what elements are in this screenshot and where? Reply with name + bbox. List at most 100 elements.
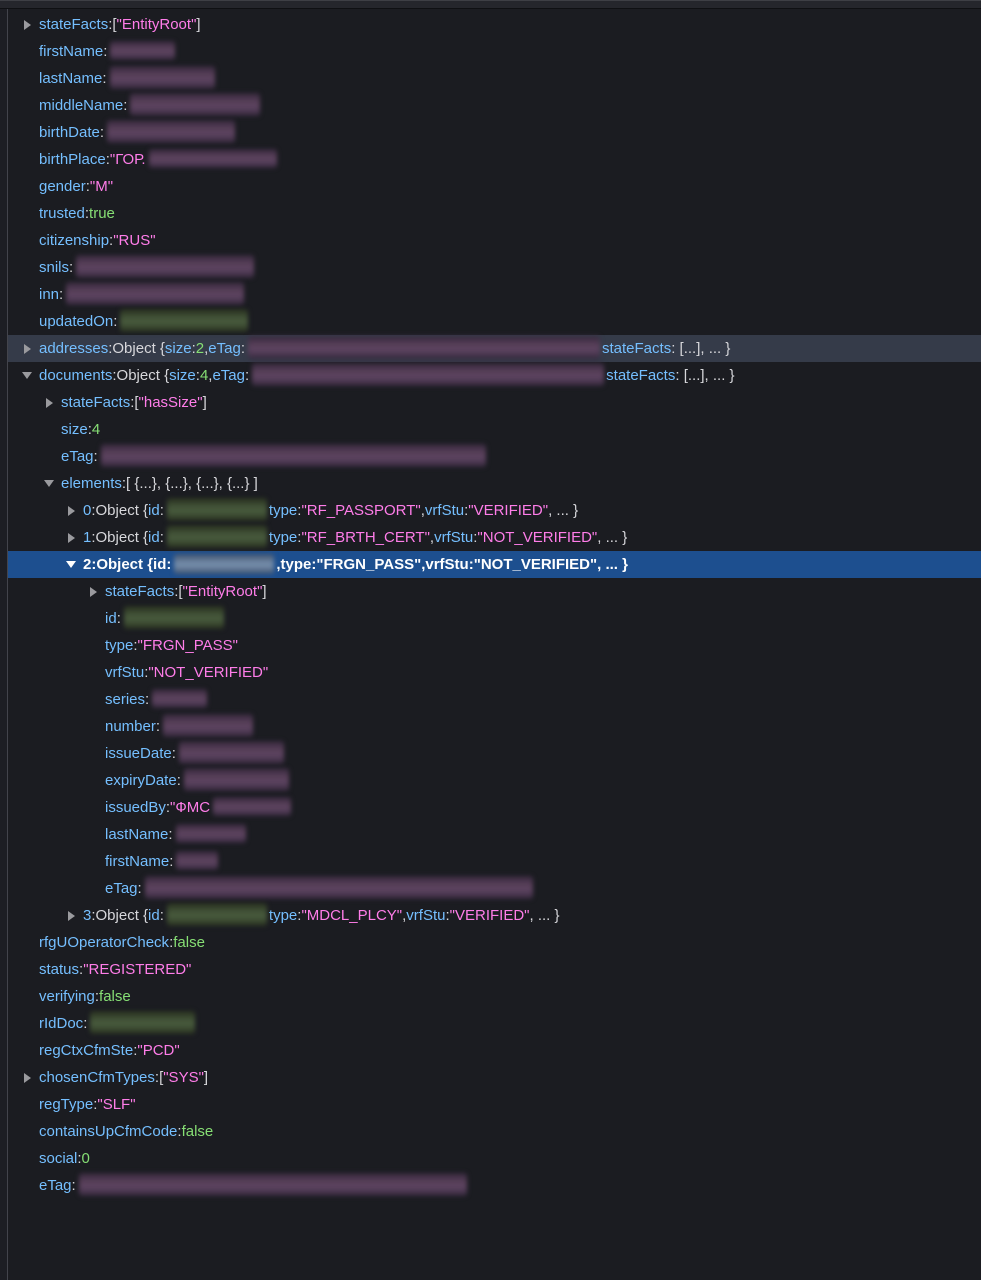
value-string: "RF_PASSPORT" — [301, 497, 420, 524]
tree-row[interactable]: issuedBy: "ФМС — [8, 794, 981, 821]
key-label: regCtxCfmSte — [39, 1037, 133, 1064]
value-string: "EntityRoot" — [117, 11, 197, 38]
tree-row[interactable]: citizenship: "RUS" — [8, 227, 981, 254]
key-label: middleName — [39, 92, 123, 119]
triangle-right-icon[interactable] — [22, 11, 39, 38]
twisty-spacer — [22, 173, 39, 200]
tree-row[interactable]: birthDate: — [8, 119, 981, 146]
triangle-right-icon[interactable] — [22, 335, 39, 362]
tree-row[interactable]: issueDate: — [8, 740, 981, 767]
punctuation: : — [69, 254, 73, 281]
triangle-right-icon[interactable] — [66, 524, 83, 551]
triangle-down-icon[interactable] — [44, 470, 61, 497]
key-label: 0 — [83, 497, 91, 524]
twisty-spacer — [22, 308, 39, 335]
twisty-spacer — [22, 146, 39, 173]
tree-row[interactable]: eTag: — [8, 443, 981, 470]
tree-row[interactable]: elements: [ {...}, {...}, {...}, {...} ] — [8, 470, 981, 497]
tree-row[interactable]: gender: "M" — [8, 173, 981, 200]
tree-row[interactable]: rIdDoc: — [8, 1010, 981, 1037]
tree-row[interactable]: addresses: Object { size: 2, eTag: state… — [8, 335, 981, 362]
key-label: expiryDate — [105, 767, 177, 794]
tree-row[interactable]: lastName: — [8, 65, 981, 92]
tree-row[interactable]: birthPlace: "ГОР. — [8, 146, 981, 173]
tree-row[interactable]: size: 4 — [8, 416, 981, 443]
value-string: "VERIFIED" — [450, 902, 530, 929]
punctuation: : [...], ... } — [671, 335, 730, 362]
triangle-down-icon[interactable] — [22, 362, 39, 389]
value-string: "RF_BRTH_CERT" — [301, 524, 429, 551]
triangle-right-icon[interactable] — [44, 389, 61, 416]
tree-row[interactable]: eTag: — [8, 1172, 981, 1199]
tree-row[interactable]: rfgUOperatorCheck: false — [8, 929, 981, 956]
tree-row[interactable]: eTag: — [8, 875, 981, 902]
punctuation: : — [83, 1010, 87, 1037]
tree-row[interactable]: 2: Object { id: , type: "FRGN_PASS", vrf… — [8, 551, 981, 578]
triangle-right-icon[interactable] — [66, 497, 83, 524]
tree-row[interactable]: id: — [8, 605, 981, 632]
tree-row[interactable]: status: "REGISTERED" — [8, 956, 981, 983]
tree-row[interactable]: middleName: — [8, 92, 981, 119]
tree-row[interactable]: lastName: — [8, 821, 981, 848]
tree-row[interactable]: 0: Object { id: type: "RF_PASSPORT", vrf… — [8, 497, 981, 524]
tree-row[interactable]: vrfStu: "NOT_VERIFIED" — [8, 659, 981, 686]
tree-row[interactable]: regType: "SLF" — [8, 1091, 981, 1118]
key-label: stateFacts — [39, 11, 108, 38]
tree-row[interactable]: chosenCfmTypes: [ "SYS" ] — [8, 1064, 981, 1091]
redacted-value — [107, 120, 235, 143]
tree-row[interactable]: number: — [8, 713, 981, 740]
object-preview: Object { — [96, 551, 153, 578]
triangle-down-icon[interactable] — [66, 551, 83, 578]
key-label: stateFacts — [606, 362, 675, 389]
key-label: vrfStu — [425, 497, 464, 524]
punctuation: ] — [196, 11, 200, 38]
tree-row[interactable]: inn: — [8, 281, 981, 308]
punctuation: , ... } — [597, 551, 628, 578]
redacted-value — [167, 525, 267, 548]
punctuation: : — [172, 740, 176, 767]
twisty-spacer — [88, 767, 105, 794]
tree-row[interactable]: firstName: — [8, 38, 981, 65]
key-label: size — [165, 335, 192, 362]
twisty-spacer — [22, 1091, 39, 1118]
tree-row[interactable]: containsUpCfmCode: false — [8, 1118, 981, 1145]
key-label: id — [105, 605, 117, 632]
tree-row[interactable]: regCtxCfmSte: "PCD" — [8, 1037, 981, 1064]
twisty-spacer — [88, 659, 105, 686]
key-label: number — [105, 713, 156, 740]
tree-row[interactable]: stateFacts: [ "EntityRoot" ] — [8, 578, 981, 605]
value-string: "NOT_VERIFIED" — [148, 659, 268, 686]
twisty-spacer — [22, 1145, 39, 1172]
tree-row[interactable]: type: "FRGN_PASS" — [8, 632, 981, 659]
twisty-spacer — [22, 929, 39, 956]
key-label: stateFacts — [61, 389, 130, 416]
tree-row[interactable]: expiryDate: — [8, 767, 981, 794]
tree-row[interactable]: 1: Object { id: type: "RF_BRTH_CERT", vr… — [8, 524, 981, 551]
tree-row[interactable]: verifying: false — [8, 983, 981, 1010]
tree-row[interactable]: series: — [8, 686, 981, 713]
key-label: type — [281, 551, 312, 578]
tree-row[interactable]: stateFacts: [ "hasSize" ] — [8, 389, 981, 416]
value-literal: false — [173, 929, 205, 956]
tree-row[interactable]: snils: — [8, 254, 981, 281]
triangle-right-icon[interactable] — [88, 578, 105, 605]
triangle-right-icon[interactable] — [22, 1064, 39, 1091]
tree-row[interactable]: documents: Object { size: 4, eTag: state… — [8, 362, 981, 389]
punctuation: : — [145, 686, 149, 713]
redacted-value — [79, 1173, 467, 1196]
tree-row[interactable]: social: 0 — [8, 1145, 981, 1172]
tree-row[interactable]: firstName: — [8, 848, 981, 875]
object-preview: Object { — [96, 524, 149, 551]
tree-row[interactable]: 3: Object { id: type: "MDCL_PLCY", vrfSt… — [8, 902, 981, 929]
key-label: id — [148, 524, 160, 551]
triangle-right-icon[interactable] — [66, 902, 83, 929]
redacted-value — [76, 255, 254, 278]
tree-row[interactable]: stateFacts: [ "EntityRoot" ] — [8, 11, 981, 38]
key-label: birthPlace — [39, 146, 106, 173]
tree-row[interactable]: trusted: true — [8, 200, 981, 227]
key-label: type — [105, 632, 133, 659]
twisty-spacer — [22, 38, 39, 65]
redacted-value — [248, 336, 600, 359]
tree-row[interactable]: updatedOn: — [8, 308, 981, 335]
key-label: issueDate — [105, 740, 172, 767]
